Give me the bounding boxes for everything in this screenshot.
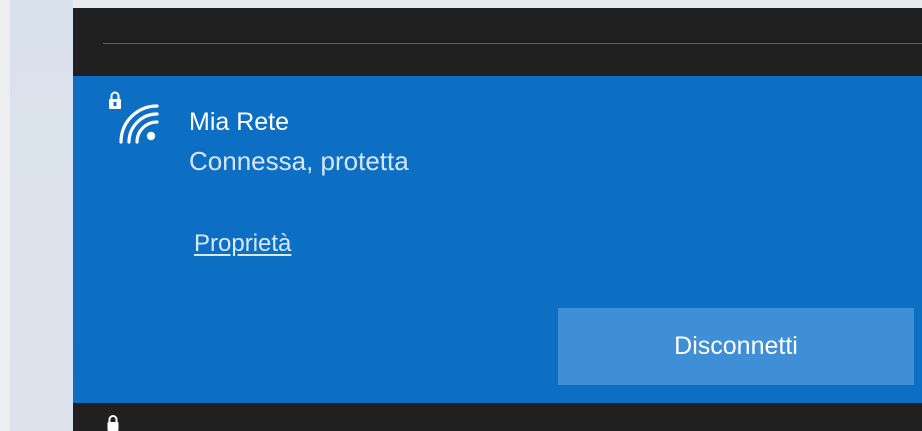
network-item-next[interactable] [73,403,922,431]
network-status: Connessa, protetta [189,146,409,176]
network-name: Mia Rete [189,108,290,136]
network-item-connected[interactable]: Mia Rete Connessa, protetta Proprietà Di… [73,76,922,403]
desktop-background [10,0,73,431]
properties-link[interactable]: Proprietà [194,229,291,259]
network-flyout: Mia Rete Connessa, protetta Proprietà Di… [73,8,922,431]
wifi-secured-icon [109,91,159,144]
divider [103,43,922,44]
disconnect-button[interactable]: Disconnetti [558,308,914,385]
lock-icon [107,415,119,431]
window-edge [0,0,10,431]
screen: Mia Rete Connessa, protetta Proprietà Di… [0,0,922,431]
